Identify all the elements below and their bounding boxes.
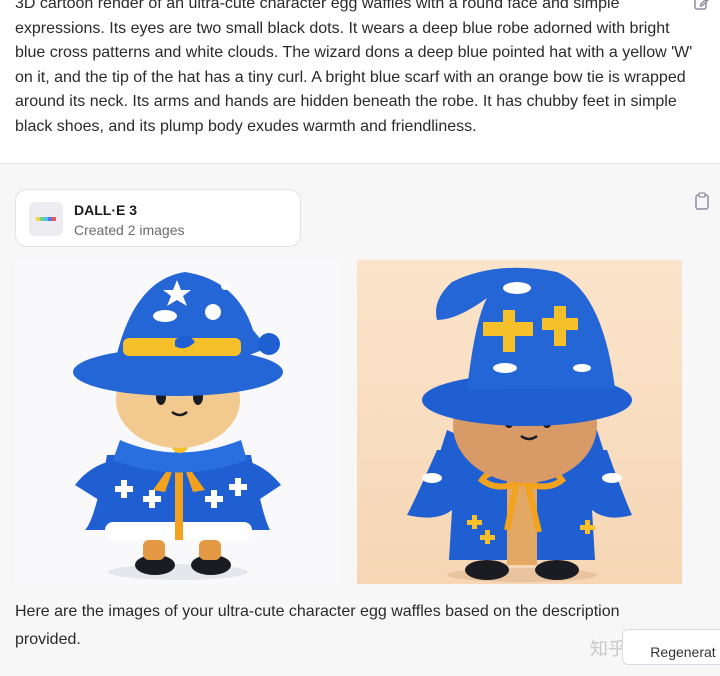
clipboard-icon[interactable]: [694, 192, 710, 210]
generated-image-2[interactable]: [357, 260, 682, 584]
regenerate-label: Regenerat: [650, 643, 716, 660]
tool-title: DALL·E 3: [74, 202, 137, 218]
tool-subtitle: Created 2 images: [74, 222, 185, 238]
assistant-message: DALL·E 3 Created 2 images Here are the i…: [0, 165, 720, 676]
regenerate-button[interactable]: Regenerat: [622, 629, 720, 665]
user-message: 3D cartoon render of an ultra-cute chara…: [0, 0, 720, 164]
dalle-tool-card[interactable]: DALL·E 3 Created 2 images: [15, 189, 301, 247]
assistant-reply-text: Here are the images of your ultra-cute c…: [15, 603, 620, 648]
dalle-color-bars-icon: [29, 202, 63, 236]
pencil-square-icon[interactable]: [693, 0, 711, 12]
user-message-text: 3D cartoon render of an ultra-cute chara…: [15, 0, 693, 135]
generated-image-1[interactable]: [15, 260, 340, 584]
